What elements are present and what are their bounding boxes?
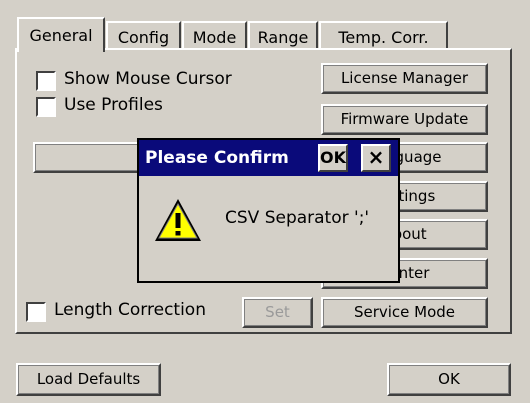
length-correction-checkbox[interactable]: [26, 302, 46, 322]
tab-mode[interactable]: Mode: [182, 21, 247, 50]
tab-config[interactable]: Config: [106, 21, 181, 50]
set-button[interactable]: Set: [242, 297, 313, 328]
dialog-titlebar: Please Confirm OK ×: [139, 140, 398, 176]
load-defaults-button[interactable]: Load Defaults: [16, 363, 161, 396]
show-mouse-cursor-checkbox[interactable]: [36, 71, 56, 91]
dialog-title: Please Confirm: [145, 148, 289, 168]
firmware-update-button[interactable]: Firmware Update: [321, 104, 488, 135]
use-profiles-checkbox[interactable]: [36, 97, 56, 117]
tab-temp-corr[interactable]: Temp. Corr.: [319, 21, 448, 50]
dialog-close-button[interactable]: ×: [361, 144, 391, 172]
tab-general[interactable]: General: [17, 17, 105, 52]
show-mouse-cursor-label: Show Mouse Cursor: [64, 69, 232, 89]
warning-icon: [155, 199, 201, 241]
service-mode-button[interactable]: Service Mode: [321, 297, 488, 328]
use-profiles-label: Use Profiles: [64, 95, 163, 115]
dialog-ok-button[interactable]: OK: [318, 144, 348, 172]
tab-range[interactable]: Range: [248, 21, 318, 50]
license-manager-button[interactable]: License Manager: [321, 63, 488, 94]
dialog-message: CSV Separator ';': [225, 208, 370, 228]
ok-button[interactable]: OK: [387, 363, 511, 396]
confirm-dialog: Please Confirm OK × CSV Separator ';': [137, 138, 400, 283]
length-correction-label: Length Correction: [54, 300, 206, 320]
